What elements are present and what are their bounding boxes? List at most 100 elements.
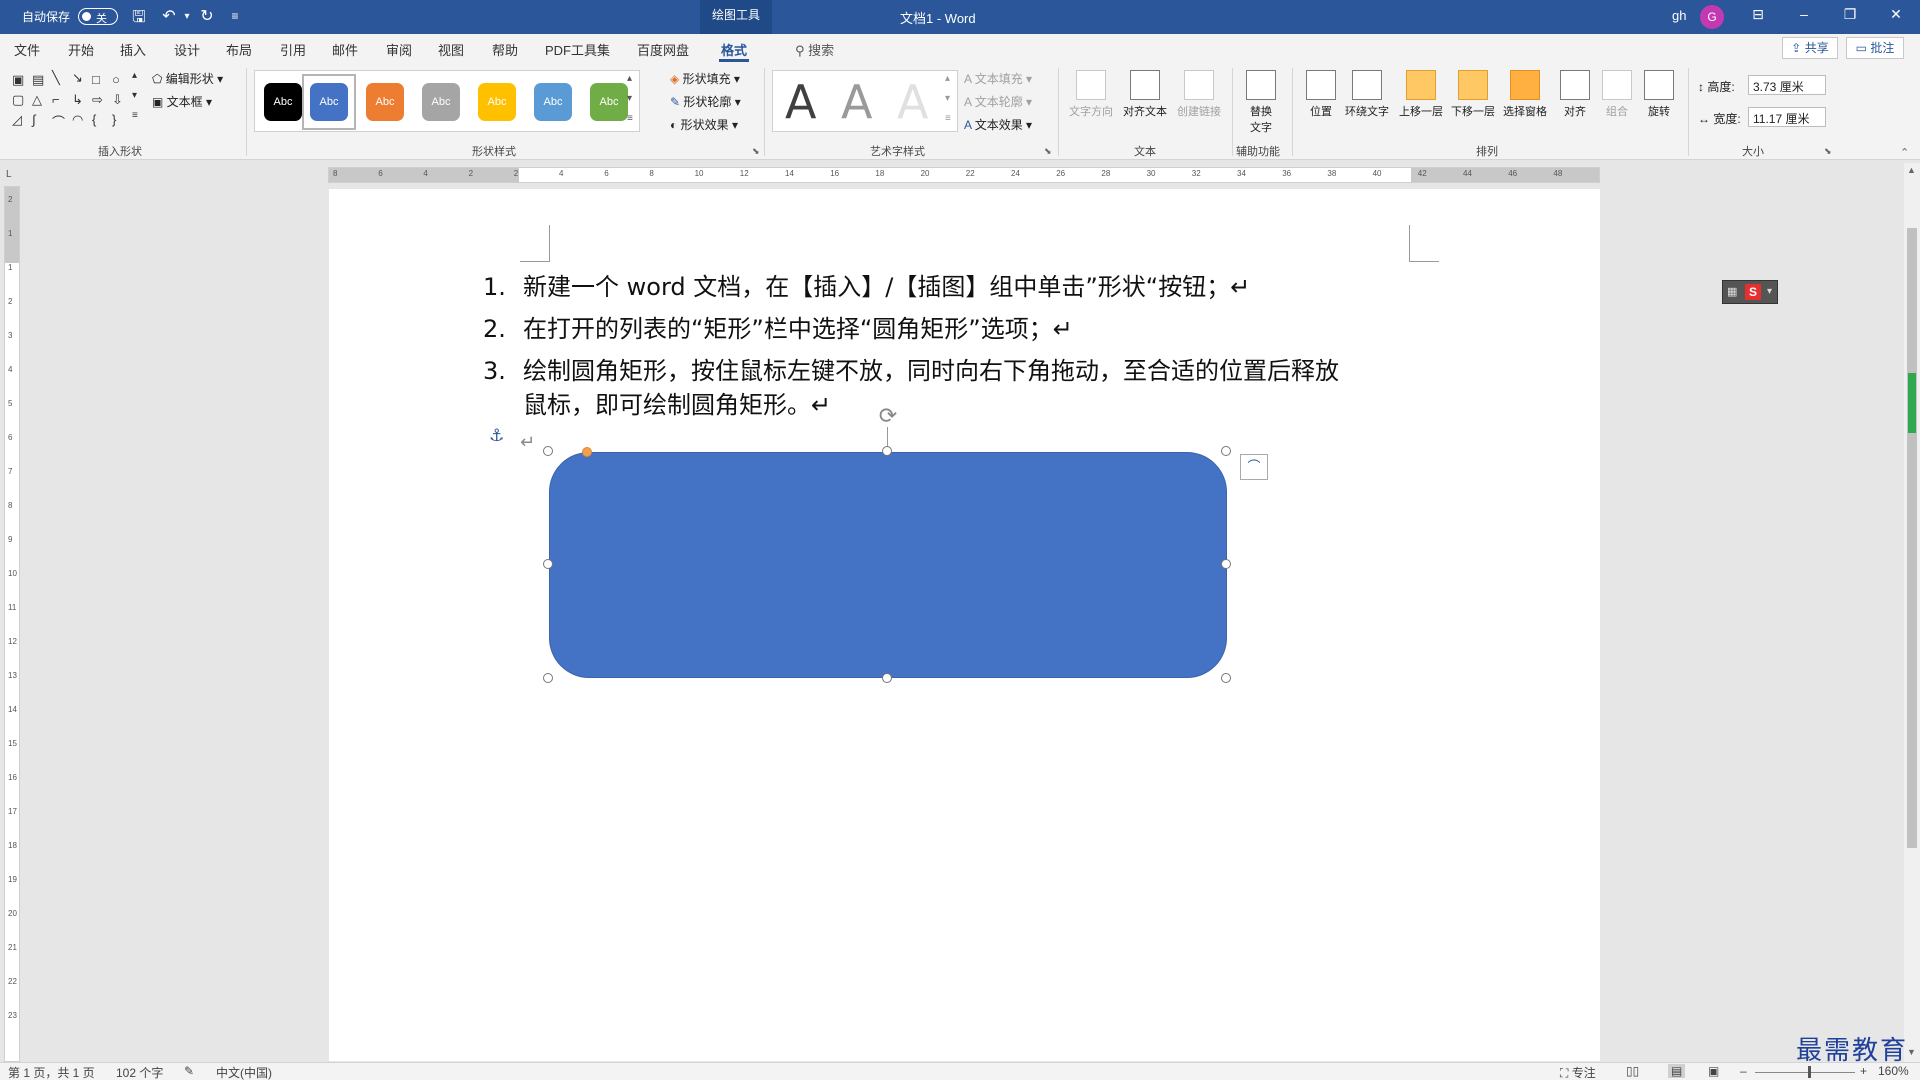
- user-name[interactable]: gh: [1672, 8, 1686, 23]
- down-arrow-shape-icon[interactable]: ⇩: [112, 92, 123, 108]
- tab-mailings[interactable]: 邮件: [332, 40, 358, 59]
- text-outline-button[interactable]: A 文本轮廓 ▾: [964, 93, 1032, 110]
- edit-shape-button[interactable]: ⬠ 编辑形状 ▾: [152, 70, 223, 87]
- send-backward-button[interactable]: 下移一层: [1446, 70, 1500, 119]
- tab-references[interactable]: 引用: [280, 40, 306, 59]
- curve-shape-icon[interactable]: ⌒: [52, 112, 65, 131]
- horizontal-ruler[interactable]: 8 6 4 2 2 4 6 8 10 12 14 16 18 20 22 24 26 28 30 32 34 36 38 40…: [328, 167, 1600, 183]
- tab-insert[interactable]: 插入: [120, 40, 146, 59]
- shape-fill-button[interactable]: ◈ 形状填充 ▾: [670, 70, 740, 87]
- rectangle-shape-icon[interactable]: □: [92, 72, 100, 87]
- text-fill-button[interactable]: A 文本填充 ▾: [964, 70, 1032, 87]
- close-icon[interactable]: ✕: [1886, 6, 1906, 23]
- elbow-connector-shape-icon[interactable]: ⌐: [52, 92, 60, 107]
- freeform-shape-icon[interactable]: ◿: [12, 112, 22, 128]
- shape-style-swatch[interactable]: Abc: [590, 83, 628, 121]
- avatar[interactable]: G: [1700, 5, 1724, 29]
- shape-styles-launcher-icon[interactable]: ⬊: [752, 146, 760, 157]
- text-effects-button[interactable]: A 文本效果 ▾: [964, 116, 1032, 133]
- styles-up-icon[interactable]: ▴: [627, 73, 632, 84]
- right-brace-shape-icon[interactable]: }: [112, 112, 116, 127]
- ribbon-display-options-icon[interactable]: ⊟: [1748, 6, 1768, 23]
- shape-style-swatch[interactable]: Abc: [366, 83, 404, 121]
- collapse-ribbon-icon[interactable]: ⌃: [1900, 146, 1909, 159]
- save-icon[interactable]: 🖫: [128, 6, 150, 33]
- read-mode-icon[interactable]: ▯▯: [1626, 1064, 1639, 1078]
- tab-view[interactable]: 视图: [438, 40, 464, 59]
- shape-outline-button[interactable]: ✎ 形状轮廓 ▾: [670, 93, 741, 110]
- right-arrow-shape-icon[interactable]: ⇨: [92, 92, 103, 108]
- sogou-icon[interactable]: S: [1745, 284, 1761, 300]
- ime-toolbar[interactable]: ▦ S ▾: [1722, 280, 1778, 304]
- rounded-rectangle-shape-icon[interactable]: ▢: [12, 92, 24, 108]
- customize-toolbar-icon[interactable]: ≡: [224, 9, 246, 23]
- scrollbar-thumb[interactable]: [1907, 228, 1917, 848]
- styles-more-icon[interactable]: ≡: [627, 113, 633, 124]
- focus-mode-button[interactable]: ⛶ 专注: [1560, 1064, 1596, 1080]
- tab-baidu-netdisk[interactable]: 百度网盘: [637, 40, 689, 59]
- zoom-out-icon[interactable]: –: [1740, 1064, 1747, 1078]
- page-count[interactable]: 第 1 页，共 1 页: [8, 1064, 95, 1080]
- shape-styles-gallery[interactable]: Abc Abc Abc Abc Abc Abc Abc ▴ ▾ ≡: [254, 70, 640, 132]
- proofing-icon[interactable]: ✎: [184, 1064, 194, 1078]
- corner-radius-adjust-handle[interactable]: [582, 447, 592, 457]
- create-link-button[interactable]: 创建链接: [1172, 70, 1226, 119]
- width-input[interactable]: 11.17 厘米: [1748, 107, 1826, 127]
- vertical-textbox-shape-icon[interactable]: ▤: [32, 72, 44, 88]
- selection-pane-button[interactable]: 选择窗格: [1498, 70, 1552, 119]
- wordart-more-icon[interactable]: ≡: [945, 113, 951, 124]
- tab-home[interactable]: 开始: [68, 40, 94, 59]
- resize-handle-bottom[interactable]: [882, 673, 892, 683]
- wordart-down-icon[interactable]: ▾: [945, 93, 950, 104]
- resize-handle-left[interactable]: [543, 559, 553, 569]
- gallery-up-icon[interactable]: ▴: [132, 70, 137, 81]
- alt-text-button[interactable]: 替换 文字: [1234, 70, 1288, 135]
- vertical-ruler[interactable]: 2 1 1 2 3 4 5 6 7 8 9 10 11 12 13 14 15 16 17 18 19 20 21 22 23: [4, 186, 20, 1062]
- undo-dropdown-icon[interactable]: ▾: [176, 11, 198, 22]
- language-indicator[interactable]: 中文(中国): [216, 1064, 272, 1080]
- word-count[interactable]: 102 个字: [116, 1064, 163, 1080]
- scroll-down-icon[interactable]: ▼: [1907, 1047, 1916, 1057]
- tab-layout[interactable]: 布局: [226, 40, 252, 59]
- text-direction-button[interactable]: 文字方向: [1064, 70, 1118, 119]
- keyboard-icon[interactable]: ▦: [1727, 285, 1737, 298]
- wordart-style-light[interactable]: A: [897, 75, 928, 129]
- bring-forward-button[interactable]: 上移一层: [1394, 70, 1448, 119]
- resize-handle-right[interactable]: [1221, 559, 1231, 569]
- tab-selector-icon[interactable]: L: [6, 169, 12, 180]
- tab-file[interactable]: 文件: [14, 40, 40, 59]
- shapes-gallery[interactable]: ▣ ▤ ╲ ↘ □ ○ ▢ △ ⌐ ↳ ⇨ ⇩ ◿ ∫ ⌒ ◠ { } ▴ ▾ …: [10, 70, 142, 132]
- shape-style-swatch[interactable]: Abc: [534, 83, 572, 121]
- print-layout-icon[interactable]: ▤: [1668, 1064, 1686, 1078]
- rotate-button[interactable]: 旋转: [1632, 70, 1686, 119]
- wordart-style-gray[interactable]: A: [841, 75, 872, 129]
- resize-handle-top[interactable]: [882, 446, 892, 456]
- shape-effects-button[interactable]: ◐ 形状效果 ▾: [670, 116, 738, 133]
- wrap-text-button[interactable]: 环绕文字: [1340, 70, 1394, 119]
- autosave-toggle[interactable]: 关: [78, 8, 118, 25]
- shape-style-swatch[interactable]: Abc: [478, 83, 516, 121]
- text-box-button[interactable]: ▣ 文本框 ▾: [152, 93, 212, 110]
- scribble-shape-icon[interactable]: ∫: [32, 112, 36, 127]
- restore-icon[interactable]: ❐: [1840, 6, 1860, 23]
- resize-handle-top-right[interactable]: [1221, 446, 1231, 456]
- comments-button[interactable]: ▭ 批注: [1846, 37, 1904, 59]
- search-box[interactable]: ⚲ 搜索: [795, 40, 834, 59]
- rounded-rectangle-shape[interactable]: [549, 452, 1227, 678]
- web-layout-icon[interactable]: ▣: [1708, 1064, 1719, 1078]
- wordart-up-icon[interactable]: ▴: [945, 73, 950, 84]
- tab-review[interactable]: 审阅: [386, 40, 412, 59]
- zoom-slider[interactable]: [1755, 1072, 1855, 1073]
- wordart-launcher-icon[interactable]: ⬊: [1044, 146, 1052, 157]
- tab-help[interactable]: 帮助: [492, 40, 518, 59]
- vertical-scrollbar[interactable]: ▲ ▼: [1904, 163, 1920, 1062]
- resize-handle-bottom-right[interactable]: [1221, 673, 1231, 683]
- height-input[interactable]: 3.73 厘米: [1748, 75, 1826, 95]
- anchor-icon[interactable]: ⚓: [489, 426, 504, 446]
- arrow-line-shape-icon[interactable]: ↘: [72, 70, 83, 86]
- gallery-more-icon[interactable]: ≡: [132, 110, 138, 121]
- left-brace-shape-icon[interactable]: {: [92, 112, 96, 127]
- shape-style-swatch[interactable]: Abc: [310, 83, 348, 121]
- elbow-arrow-shape-icon[interactable]: ↳: [72, 92, 83, 108]
- minimize-icon[interactable]: –: [1794, 6, 1814, 22]
